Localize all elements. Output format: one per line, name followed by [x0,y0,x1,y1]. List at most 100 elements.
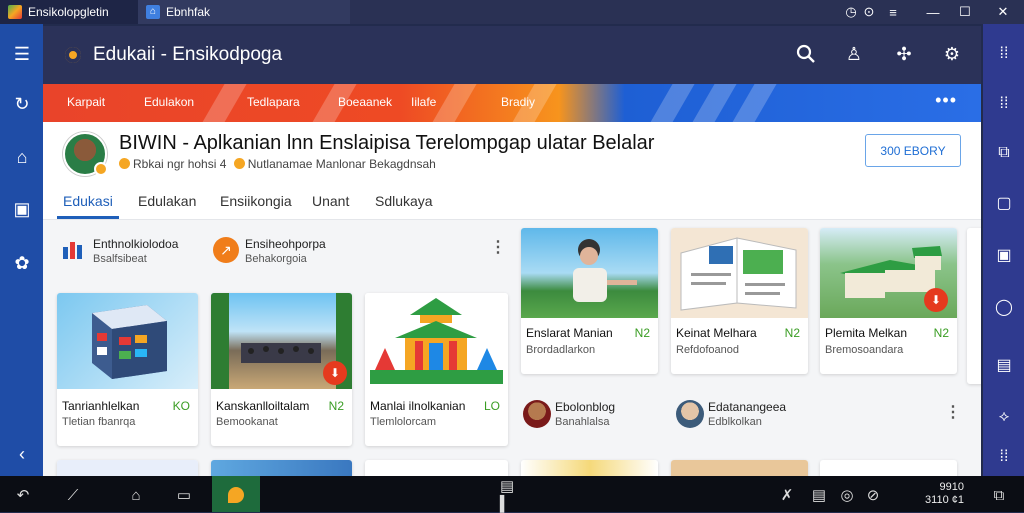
menu-icon[interactable]: ☰ [9,41,35,67]
card-badge: KO [172,399,190,413]
ribbon-item[interactable]: Karpait [67,95,105,109]
card-subtitle: Brordadlarkon [526,344,596,356]
page-subtitle: Rbkai ngr hohsi 4 Nutlanamae Manlonar Be… [119,157,436,171]
taskbar: ↶ ⟋ ⌂ ▭ ▤ ▍ ✗ ▤ ◎ ⊘ 9910 3110 ¢1 ⧉ [0,476,1024,513]
card-badge: N2 [933,326,949,340]
tab-edukasi[interactable]: Edukasi [63,193,113,209]
video-card-partial[interactable] [211,460,352,476]
maximize-icon[interactable]: ☐ [950,0,980,24]
more-icon[interactable]: ••• [935,90,957,111]
tab-sdlukaya[interactable]: Sdlukaya [375,193,433,209]
pen-icon[interactable]: ⟋ [62,484,84,506]
video-card-partial[interactable] [365,460,508,476]
cube-thumbnail [57,293,198,389]
ribbon-item[interactable]: Bradiy [501,95,535,109]
pin-icon[interactable]: ✗ [776,484,798,506]
window-icon[interactable]: ▣ [991,242,1017,268]
video-card[interactable]: Manlai ilnolkanian LO Tlemlolorcam [365,293,508,446]
circle-icon[interactable]: ◯ [991,294,1017,320]
page-title: BIWIN - Aplkanian lnn Enslaipisa Terelom… [119,132,655,154]
more-options-icon[interactable]: ⋮ [490,237,506,257]
channel-row[interactable]: Enthnolkiolodoa Bsalfsibeat [61,235,221,275]
menu-icon[interactable]: ≡ [878,0,908,24]
card-subtitle: Bremosoandara [825,344,904,356]
search-icon[interactable] [793,41,819,67]
card-badge: N2 [328,399,344,413]
gear-icon[interactable]: ✿ [9,250,35,276]
app-icon[interactable] [225,484,247,506]
settings-icon[interactable]: ⚙ [939,41,965,67]
avatar-icon [676,400,704,428]
temple-thumbnail [365,293,508,389]
card-badge: N2 [784,326,800,340]
window-tab-2[interactable]: ⌂ Ebnhfak [138,0,350,24]
grid-icon[interactable]: ⁞⁞ [991,41,1017,67]
system-clock[interactable]: 9910 3110 ¢1 [902,481,964,507]
window-tab-label: Ebnhfak [166,5,211,19]
card-badge: LO [483,399,500,413]
refresh-icon[interactable]: ↻ [9,91,35,117]
window-icon[interactable]: ▭ [173,484,195,506]
channel-row[interactable]: Edatanangeea Edblkolkan [676,398,826,438]
tab-unant[interactable]: Unant [312,193,349,209]
home-icon[interactable]: ⌂ [125,484,147,506]
media-icon[interactable]: ▤ ▍ [500,478,522,513]
back-icon[interactable]: ↶ [12,484,34,506]
window-tab-1[interactable]: Ensikolopgletin [0,0,138,24]
ribbon-item[interactable]: Boeaanek [338,95,392,109]
lock-icon[interactable]: ▣ [9,196,35,222]
more-options-icon[interactable]: ⋮ [945,402,961,422]
chart-icon [61,237,87,263]
video-card[interactable]: Enslarat Manian N2 Brordadlarkon [521,228,658,374]
at-icon[interactable]: ◎ [836,484,858,506]
channel-name: Ebolonblog [555,400,616,414]
app-logo-icon [8,5,22,19]
channel-header: BIWIN - Aplkanian lnn Enslaipisa Terelom… [43,122,981,220]
subscribe-button[interactable]: 300 EBORY [865,134,961,167]
tab-edulakan[interactable]: Edulakan [138,193,196,209]
home-icon: ⌂ [146,5,160,19]
video-card[interactable]: ⬇ Plemita Melkan N2 Bremosoandara [820,228,957,374]
copy-icon[interactable]: ⧉ [991,140,1017,166]
channel-sub: Banahlalsa [555,416,610,428]
note-icon[interactable]: ▤ [991,352,1017,378]
compass-icon[interactable]: ⟡ [991,404,1017,430]
minimize-icon[interactable]: — [918,0,948,24]
home-icon[interactable]: ⌂ [9,144,35,170]
tab-ensiikongia[interactable]: Ensiikongia [220,193,292,209]
video-card-partial[interactable] [521,460,658,476]
screen-icon[interactable]: ⧉ [988,484,1010,506]
cancel-icon[interactable]: ⊘ [862,484,884,506]
clock-time: 9910 [939,481,964,493]
play-icon[interactable]: ⬇ [323,361,347,385]
channel-sub: Bsalfsibeat [93,253,147,265]
chat-icon[interactable]: ▢ [991,190,1017,216]
arrow-icon: ↗ [213,237,239,263]
video-card-partial[interactable] [57,460,198,476]
video-card[interactable]: ⬇ Kanskanlloiltalam N2 Bemookanat [211,293,352,446]
video-card-partial[interactable] [671,460,808,476]
back-icon[interactable]: ‹ [9,441,35,467]
channel-row[interactable]: ↗ Ensiheohporpa Behakorgoia [213,235,373,275]
channel-row[interactable]: Ebolonblog Banahlalsa [523,398,673,438]
channel-name: Enthnolkiolodoa [93,237,179,251]
play-icon[interactable]: ⬇ [924,288,948,312]
video-card-partial[interactable] [967,228,981,384]
ribbon-item[interactable]: Tedlapara [247,95,300,109]
grid-icon[interactable]: ⁞⁞ [991,444,1017,470]
avatar[interactable] [63,132,108,176]
avatar-icon [523,400,551,428]
chat-icon[interactable]: ▤ [808,484,830,506]
video-card-partial[interactable] [820,460,957,476]
badge-icon [119,158,130,169]
window-tab-label: Ensikolopgletin [28,5,109,19]
grid-icon[interactable]: ⁞⁞ [991,91,1017,117]
share-icon[interactable]: ✣ [891,41,917,67]
app-header: Edukaii - Ensikodpoga ♙ ✣ ⚙ [43,26,981,84]
user-icon[interactable]: ♙ [841,41,867,67]
video-card[interactable]: Keinat Melhara N2 Refdofoanod [671,228,808,374]
close-icon[interactable]: ✕ [988,0,1018,24]
ribbon-item[interactable]: Iilafe [411,95,436,109]
ribbon-item[interactable]: Edulakon [144,95,194,109]
video-card[interactable]: Tanrianhlelkan KO Tletian fbanrqa [57,293,198,446]
